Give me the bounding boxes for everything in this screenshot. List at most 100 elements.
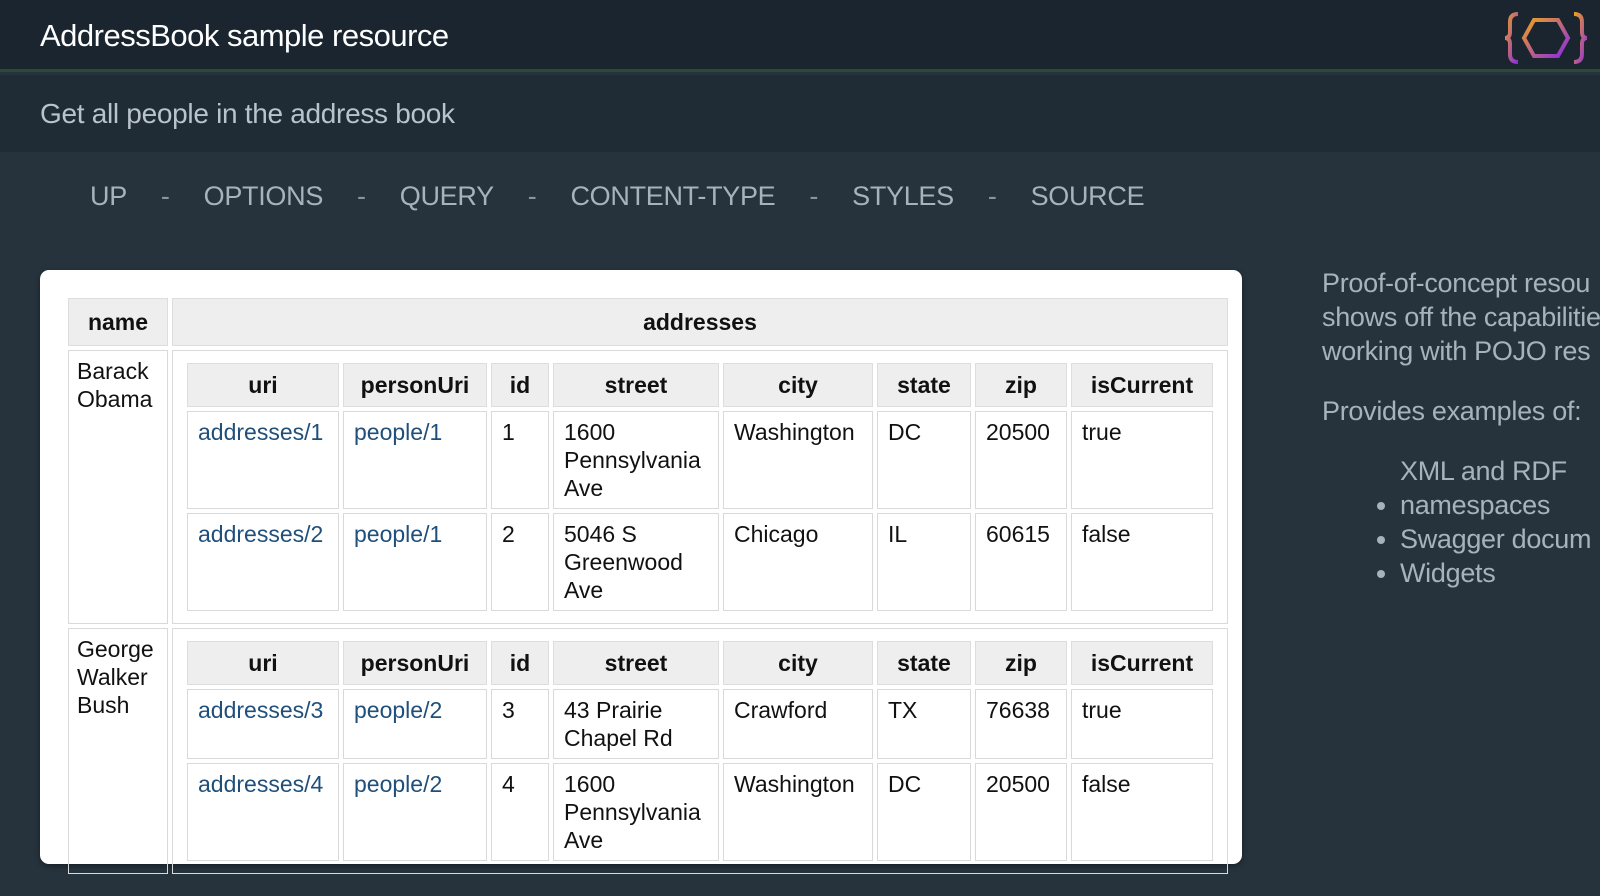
description-line: shows off the capabilitie (1322, 302, 1600, 332)
cell-uri: addresses/3 (187, 689, 339, 759)
cell-street: 1600 Pennsylvania Ave (553, 763, 719, 861)
addresses-header-row: uri personUri id street city state zip isCurren… (187, 641, 1213, 685)
person-uri-link[interactable]: people/1 (354, 521, 442, 547)
example-item: Swagger docum (1400, 522, 1600, 556)
juneau-logo-icon[interactable] (1504, 10, 1588, 66)
cell-personuri: people/2 (343, 763, 487, 861)
examples-list: XML and RDF namespaces Swagger docum Wid… (1322, 454, 1600, 590)
column-header-uri: uri (187, 641, 339, 685)
addresses-cell: uri personUri id street city state zip isCurren… (172, 350, 1228, 624)
content-panel: name addresses Barack Obama uri personUri i… (40, 270, 1242, 874)
nav-separator: - (809, 180, 819, 211)
app-header: AddressBook sample resource (0, 0, 1600, 72)
person-name: Barack Obama (68, 350, 168, 624)
cell-zip: 60615 (975, 513, 1067, 611)
cell-state: IL (877, 513, 971, 611)
cell-id: 1 (491, 411, 549, 509)
sidebar-description: Proof-of-concept resou shows off the cap… (1322, 266, 1600, 590)
cell-uri: addresses/2 (187, 513, 339, 611)
example-item: Widgets (1400, 556, 1600, 590)
cell-iscurrent: true (1071, 689, 1213, 759)
nav-styles-link[interactable]: STYLES (852, 181, 954, 212)
nav-content-type-link[interactable]: CONTENT-TYPE (570, 181, 775, 212)
cell-zip: 20500 (975, 763, 1067, 861)
description-line: Proof-of-concept resou (1322, 268, 1591, 298)
nav-separator: - (987, 180, 997, 211)
cell-city: Washington (723, 763, 873, 861)
address-uri-link[interactable]: addresses/3 (198, 697, 323, 723)
column-header-state: state (877, 641, 971, 685)
column-header-personuri: personUri (343, 363, 487, 407)
addresses-header-row: uri personUri id street city state zip isCurren… (187, 363, 1213, 407)
person-uri-link[interactable]: people/1 (354, 419, 442, 445)
column-header-street: street (553, 641, 719, 685)
cell-state: TX (877, 689, 971, 759)
cell-iscurrent: false (1071, 513, 1213, 611)
person-name: George Walker Bush (68, 628, 168, 874)
cell-state: DC (877, 411, 971, 509)
nav-separator: - (357, 180, 366, 211)
nav-separator: - (527, 180, 537, 211)
cell-iscurrent: false (1071, 763, 1213, 861)
column-header-id: id (491, 641, 549, 685)
description-text: Proof-of-concept resou shows off the cap… (1322, 266, 1600, 368)
column-header-personuri: personUri (343, 641, 487, 685)
cell-id: 3 (491, 689, 549, 759)
column-header-zip: zip (975, 363, 1067, 407)
cell-city: Washington (723, 411, 873, 509)
page-description: Get all people in the address book (40, 98, 455, 129)
addresses-table: uri personUri id street city state zip isCurren… (183, 359, 1217, 615)
column-header-id: id (491, 363, 549, 407)
nav-source-link[interactable]: SOURCE (1031, 181, 1145, 212)
cell-personuri: people/2 (343, 689, 487, 759)
nav-separator: - (160, 180, 170, 211)
cell-city: Crawford (723, 689, 873, 759)
column-header-name: name (68, 298, 168, 346)
address-uri-link[interactable]: addresses/1 (198, 419, 323, 445)
cell-zip: 76638 (975, 689, 1067, 759)
person-uri-link[interactable]: people/2 (354, 771, 442, 797)
cell-street: 1600 Pennsylvania Ave (553, 411, 719, 509)
table-row: addresses/2 people/1 2 5046 S Greenwood Ave… (187, 513, 1213, 611)
cell-street: 5046 S Greenwood Ave (553, 513, 719, 611)
addresses-table: uri personUri id street city state zip isCurren… (183, 637, 1217, 865)
column-header-state: state (877, 363, 971, 407)
nav-bar: UP - OPTIONS - QUERY - CONTENT-TYPE - ST… (90, 178, 1145, 214)
examples-heading: Provides examples of: (1322, 396, 1582, 426)
cell-state: DC (877, 763, 971, 861)
page-title: AddressBook sample resource (40, 18, 449, 53)
column-header-uri: uri (187, 363, 339, 407)
cell-iscurrent: true (1071, 411, 1213, 509)
address-uri-link[interactable]: addresses/2 (198, 521, 323, 547)
nav-options-link[interactable]: OPTIONS (204, 181, 324, 212)
addresses-cell: uri personUri id street city state zip isCurren… (172, 628, 1228, 874)
cell-zip: 20500 (975, 411, 1067, 509)
column-header-addresses: addresses (172, 298, 1228, 346)
cell-uri: addresses/1 (187, 411, 339, 509)
nav-query-link[interactable]: QUERY (400, 181, 494, 212)
example-item: XML and RDF namespaces (1400, 454, 1600, 522)
cell-uri: addresses/4 (187, 763, 339, 861)
column-header-street: street (553, 363, 719, 407)
person-uri-link[interactable]: people/2 (354, 697, 442, 723)
cell-personuri: people/1 (343, 513, 487, 611)
person-row: Barack Obama uri personUri id street city stat… (68, 350, 1228, 624)
column-header-zip: zip (975, 641, 1067, 685)
nav-up-link[interactable]: UP (90, 181, 127, 212)
address-uri-link[interactable]: addresses/4 (198, 771, 323, 797)
people-table: name addresses Barack Obama uri personUri i… (64, 294, 1232, 878)
subheader: Get all people in the address book (0, 75, 1600, 152)
table-row: addresses/1 people/1 1 1600 Pennsylvania Av… (187, 411, 1213, 509)
person-row: George Walker Bush uri personUri id street ci… (68, 628, 1228, 874)
cell-id: 4 (491, 763, 549, 861)
column-header-city: city (723, 641, 873, 685)
column-header-iscurrent: isCurrent (1071, 363, 1213, 407)
cell-personuri: people/1 (343, 411, 487, 509)
table-row: addresses/4 people/2 4 1600 Pennsylvania Av… (187, 763, 1213, 861)
column-header-iscurrent: isCurrent (1071, 641, 1213, 685)
cell-id: 2 (491, 513, 549, 611)
cell-city: Chicago (723, 513, 873, 611)
table-row: addresses/3 people/2 3 43 Prairie Chapel Rd… (187, 689, 1213, 759)
cell-street: 43 Prairie Chapel Rd (553, 689, 719, 759)
description-line: working with POJO res (1322, 336, 1591, 366)
